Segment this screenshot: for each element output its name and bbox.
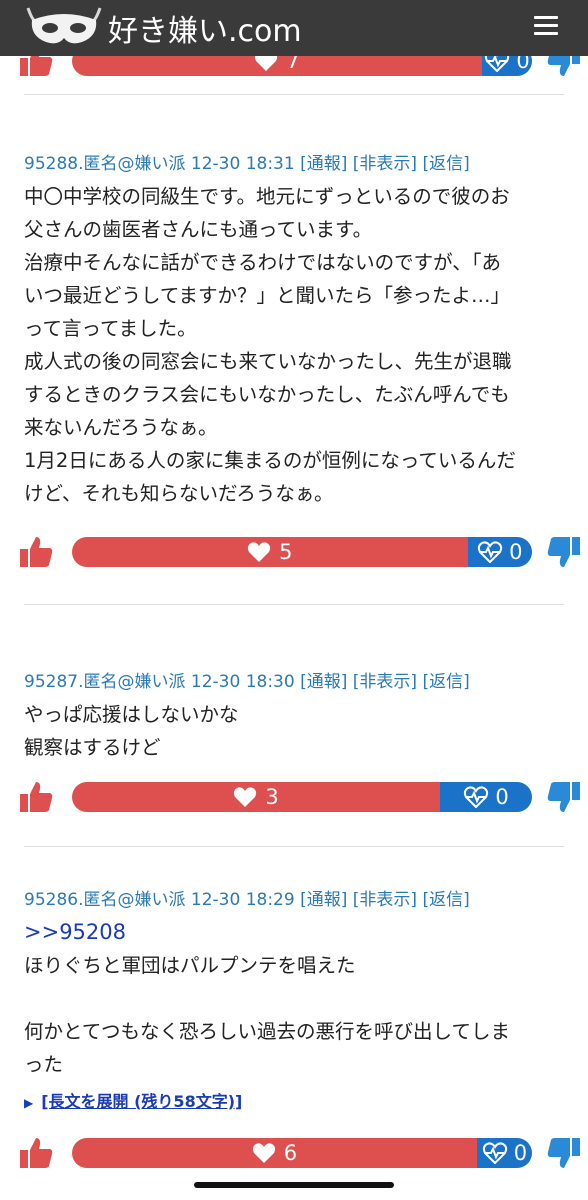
like-button[interactable]: 3 [72,782,440,812]
comment-line: 治療中そんなに話ができるわけではないのですが、「あ [24,251,501,274]
comment-line: するときのクラス会にもいなかったし、たぶん呼んでも [24,383,510,406]
reply-link[interactable]: [返信] [422,890,469,910]
dislike-count: 0 [495,785,509,809]
comment-line: ほりぐちと軍団はパルプンテを唱えた [24,954,356,977]
home-indicator [194,1182,394,1188]
comment-item: 95288.匿名@嫌い派 12-30 18:31 [通報] [非表示] [返信]… [24,152,574,510]
expand-label: [長文を展開 (残り58文字)] [41,1092,243,1111]
comment-item: 95286.匿名@嫌い派 12-30 18:29 [通報] [非表示] [返信]… [24,888,574,1114]
comment-line: 成人式の後の同窓会にも来ていなかったし、先生が退職 [24,350,512,373]
comment-line: った [24,1053,64,1076]
like-button[interactable]: 5 [72,537,468,567]
comment-line [24,982,574,1015]
site-name[interactable]: 好き嫌い.com [108,6,302,50]
thumbs-down-icon[interactable] [546,1136,582,1170]
comment-line: やっぱ応援はしないかな [24,703,239,726]
dislike-count: 0 [509,540,523,564]
hide-link[interactable]: [非表示] [353,154,417,174]
expand-long-text-link[interactable]: ▶ [長文を展開 (残り58文字)] [24,1091,574,1114]
thumbs-up-icon[interactable] [18,535,54,569]
dislike-count: 0 [513,1141,528,1165]
heart-icon [247,542,271,562]
report-link[interactable]: [通報] [300,154,347,174]
site-header: 好き嫌い.com [0,0,588,56]
heart-pulse-icon [482,1142,507,1164]
vote-bar: 5 0 [72,537,532,567]
thumbs-up-icon[interactable] [18,1136,54,1170]
comment-line: 父さんの歯医者さんにも通っています。 [24,218,373,241]
comment-item: 95287.匿名@嫌い派 12-30 18:30 [通報] [非表示] [返信]… [24,670,574,764]
divider [24,604,564,605]
hide-link[interactable]: [非表示] [353,672,417,692]
comment-line: 中〇中学校の同級生です。地元にずっといるので彼のお [24,185,510,208]
comment-author: 匿名@嫌い派 [83,672,186,692]
comment-id[interactable]: 95288. [24,154,83,174]
vote-row: 6 0 [0,1136,588,1170]
vote-bar: 3 0 [72,782,532,812]
like-button[interactable]: 6 [72,1138,477,1168]
like-count: 3 [265,785,279,809]
comment-line: けど、それも知らないだろうなぁ。 [24,482,334,505]
comment-timestamp: 12-30 18:30 [190,672,295,692]
divider [24,846,564,847]
dislike-button[interactable]: 0 [440,782,532,812]
dislike-button[interactable]: 0 [476,1138,532,1168]
comment-meta: 95286.匿名@嫌い派 12-30 18:29 [通報] [非表示] [返信] [24,888,574,912]
comment-body: 中〇中学校の同級生です。地元にずっといるので彼のお 父さんの歯医者さんにも通って… [24,180,574,510]
comment-id[interactable]: 95286. [24,890,83,910]
comment-line: いつ最近どうしてますか？」と聞いたら「参ったよ…」 [24,284,510,307]
comment-line: 1月2日にある人の家に集まるのが恒例になっているんだ [24,449,516,472]
comment-line: 観察はするけど [24,736,161,759]
comment-author: 匿名@嫌い派 [83,154,186,174]
heart-pulse-icon [477,541,503,563]
thumbs-up-icon[interactable] [18,780,54,814]
hide-link[interactable]: [非表示] [353,890,417,910]
comment-timestamp: 12-30 18:31 [190,154,295,174]
like-count: 5 [279,540,293,564]
comment-author: 匿名@嫌い派 [83,890,186,910]
hamburger-menu-icon[interactable] [534,16,558,38]
heart-icon [252,1143,275,1163]
dislike-button[interactable]: 0 [467,537,532,567]
vote-row: 3 0 [0,780,588,814]
mask-logo-icon[interactable] [22,2,106,50]
comment-body: >>95208 ほりぐちと軍団はパルプンテを唱えた 何かとてつもなく恐ろしい過去… [24,916,574,1081]
report-link[interactable]: [通報] [300,672,347,692]
reply-anchor-link[interactable]: >>95208 [24,916,574,949]
divider [24,94,564,95]
triangle-right-icon: ▶ [24,1096,34,1110]
comment-line: 何かとてつもなく恐ろしい過去の悪行を呼び出してしま [24,1020,510,1043]
like-count: 6 [283,1141,298,1165]
comment-timestamp: 12-30 18:29 [190,890,295,910]
comment-line: 来ないんだろうなぁ。 [24,416,218,439]
vote-bar: 6 0 [72,1138,532,1168]
thumbs-down-icon[interactable] [546,780,582,814]
heart-pulse-icon [464,786,489,808]
reply-link[interactable]: [返信] [422,154,469,174]
comment-line: って言ってました。 [24,317,197,340]
comment-id[interactable]: 95287. [24,672,83,692]
comment-meta: 95288.匿名@嫌い派 12-30 18:31 [通報] [非表示] [返信] [24,152,574,176]
comment-body: やっぱ応援はしないかな 観察はするけど [24,698,574,764]
heart-icon [234,787,257,807]
vote-row: 5 0 [0,535,588,569]
report-link[interactable]: [通報] [300,890,347,910]
comment-meta: 95287.匿名@嫌い派 12-30 18:30 [通報] [非表示] [返信] [24,670,574,694]
thumbs-down-icon[interactable] [546,535,582,569]
reply-link[interactable]: [返信] [422,672,469,692]
